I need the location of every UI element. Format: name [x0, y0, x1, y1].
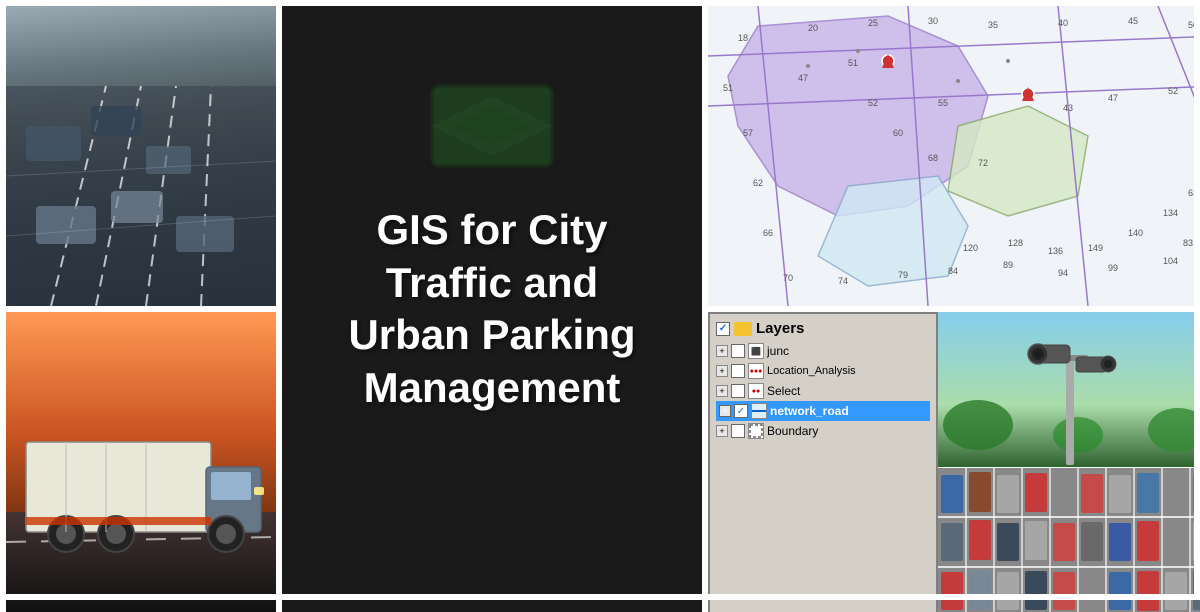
label-network-road: network_road — [770, 404, 849, 418]
svg-text:66: 66 — [763, 228, 773, 238]
layers-title: Layers — [756, 320, 804, 337]
label-location: Location_Analysis — [767, 365, 856, 377]
layers-folder-icon — [734, 322, 752, 336]
gis-map-cell: 18 20 25 30 35 40 45 50 51 57 62 66 70 7… — [708, 6, 1200, 306]
bottom-right: ✓ Layers + ⬛ junc + ●●● Location_ — [708, 312, 1200, 612]
highway-image — [6, 6, 276, 306]
checkbox-boundary[interactable] — [731, 424, 745, 438]
svg-text:25: 25 — [868, 18, 878, 28]
camera-scene — [938, 312, 1200, 467]
svg-text:74: 74 — [838, 276, 848, 286]
svg-text:52: 52 — [1168, 86, 1178, 96]
svg-text:52: 52 — [868, 98, 878, 108]
layers-panel: ✓ Layers + ⬛ junc + ●●● Location_ — [708, 312, 938, 612]
symbol-junc: ⬛ — [748, 343, 764, 359]
svg-text:89: 89 — [1003, 260, 1013, 270]
label-junc: junc — [767, 344, 789, 358]
svg-text:57: 57 — [743, 128, 753, 138]
svg-text:134: 134 — [1163, 208, 1178, 218]
parking-svg — [938, 467, 1200, 612]
checkbox-location[interactable] — [731, 364, 745, 378]
symbol-select: ●● — [748, 383, 764, 399]
gis-map-svg: 18 20 25 30 35 40 45 50 51 57 62 66 70 7… — [708, 6, 1200, 306]
svg-text:51: 51 — [723, 83, 733, 93]
svg-text:20: 20 — [808, 23, 818, 33]
svg-text:47: 47 — [1108, 93, 1118, 103]
expand-location[interactable]: + — [716, 365, 728, 377]
svg-text:70: 70 — [783, 273, 793, 283]
svg-text:30: 30 — [928, 16, 938, 26]
svg-text:50: 50 — [1188, 20, 1198, 30]
svg-text:104: 104 — [1163, 256, 1178, 266]
svg-text:128: 128 — [1008, 238, 1023, 248]
svg-text:99: 99 — [1108, 263, 1118, 273]
layers-header: ✓ Layers — [716, 320, 930, 337]
svg-text:45: 45 — [1128, 16, 1138, 26]
layers-main-checkbox[interactable]: ✓ — [716, 322, 730, 336]
parking-lot — [938, 467, 1200, 612]
svg-text:94: 94 — [1058, 268, 1068, 278]
svg-text:72: 72 — [978, 158, 988, 168]
expand-junc[interactable]: + — [716, 345, 728, 357]
svg-text:18: 18 — [738, 33, 748, 43]
highway-road-sim — [6, 6, 276, 306]
svg-text:83: 83 — [1183, 238, 1193, 248]
symbol-boundary — [748, 423, 764, 439]
layer-item-network-road[interactable]: + ✓ network_road — [716, 401, 930, 421]
right-column — [938, 312, 1200, 612]
truck-image — [6, 312, 276, 612]
svg-text:51: 51 — [848, 58, 858, 68]
layer-item-location[interactable]: + ●●● Location_Analysis — [716, 361, 930, 381]
svg-text:55: 55 — [938, 98, 948, 108]
svg-text:62: 62 — [753, 178, 763, 188]
checkbox-select[interactable] — [731, 384, 745, 398]
truck-svg — [6, 312, 276, 612]
svg-text:79: 79 — [898, 270, 908, 280]
expand-network-road[interactable]: + — [719, 405, 731, 417]
symbol-location: ●●● — [748, 363, 764, 379]
layer-item-junc[interactable]: + ⬛ junc — [716, 341, 930, 361]
checkbox-network-road[interactable]: ✓ — [734, 404, 748, 418]
camera-svg — [938, 315, 1200, 465]
svg-text:47: 47 — [798, 73, 808, 83]
expand-boundary[interactable]: + — [716, 425, 728, 437]
checkbox-junc[interactable] — [731, 344, 745, 358]
symbol-network-road — [751, 403, 767, 419]
svg-text:120: 120 — [963, 243, 978, 253]
title-section: GIS for City Traffic and Urban Parking M… — [282, 6, 702, 612]
svg-text:60: 60 — [893, 128, 903, 138]
svg-text:43: 43 — [1063, 103, 1073, 113]
svg-text:136: 136 — [1048, 246, 1063, 256]
svg-text:63: 63 — [1188, 188, 1198, 198]
layer-item-boundary[interactable]: + Boundary — [716, 421, 930, 441]
expand-select[interactable]: + — [716, 385, 728, 397]
svg-text:140: 140 — [1128, 228, 1143, 238]
svg-text:149: 149 — [1088, 243, 1103, 253]
layer-item-select[interactable]: + ●● Select — [716, 381, 930, 401]
svg-text:68: 68 — [928, 153, 938, 163]
svg-text:35: 35 — [988, 20, 998, 30]
label-select: Select — [767, 384, 800, 398]
label-boundary: Boundary — [767, 424, 818, 438]
main-container: GIS for City Traffic and Urban Parking M… — [0, 0, 1200, 600]
svg-text:40: 40 — [1058, 18, 1068, 28]
svg-text:84: 84 — [948, 266, 958, 276]
